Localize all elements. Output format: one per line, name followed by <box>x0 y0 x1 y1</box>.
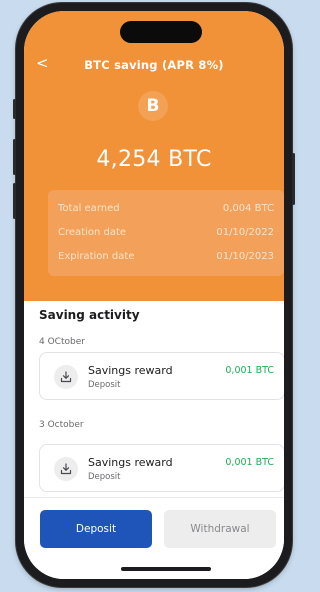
deposit-button[interactable]: Deposit <box>40 510 152 548</box>
download-icon <box>54 457 78 481</box>
activity-type: Deposit <box>88 472 121 482</box>
activity-item[interactable]: Savings reward Deposit 0,001 BTC <box>39 444 284 492</box>
info-label: Creation date <box>58 227 127 238</box>
download-icon <box>54 365 78 389</box>
savings-header: < BTC saving (APR 8%) B 4,254 BTC Total … <box>24 11 284 301</box>
volume-down-button <box>13 183 16 219</box>
volume-up-button <box>13 139 16 175</box>
withdrawal-button[interactable]: Withdrawal <box>164 510 276 548</box>
phone-frame: < BTC saving (APR 8%) B 4,254 BTC Total … <box>13 3 295 587</box>
info-value: 01/10/2023 <box>216 251 274 262</box>
info-label: Expiration date <box>58 251 135 262</box>
activity-date: 4 OCtober <box>39 337 85 347</box>
saving-info-card: Total earned 0,004 BTC Creation date 01/… <box>48 190 284 276</box>
info-row-expiration-date: Expiration date 01/10/2023 <box>58 251 274 265</box>
activity-item[interactable]: Savings reward Deposit 0,001 BTC <box>39 352 284 400</box>
dynamic-island <box>120 21 202 43</box>
bitcoin-icon: B <box>138 91 168 121</box>
info-row-creation-date: Creation date 01/10/2022 <box>58 227 274 241</box>
activity-amount: 0,001 BTC <box>225 457 274 468</box>
page-title: BTC saving (APR 8%) <box>84 58 224 72</box>
activity-type: Deposit <box>88 380 121 390</box>
activity-amount: 0,001 BTC <box>225 365 274 376</box>
activity-date: 3 October <box>39 420 84 430</box>
home-indicator <box>121 567 211 571</box>
mute-switch <box>13 99 16 119</box>
screen: < BTC saving (APR 8%) B 4,254 BTC Total … <box>24 11 284 579</box>
power-button <box>292 153 295 205</box>
info-row-total-earned: Total earned 0,004 BTC <box>58 203 274 217</box>
balance-amount: 4,254 BTC <box>96 147 212 172</box>
saving-activity-title: Saving activity <box>39 308 140 322</box>
info-label: Total earned <box>58 203 120 214</box>
info-value: 01/10/2022 <box>216 227 274 238</box>
activity-name: Savings reward <box>88 456 173 469</box>
activity-name: Savings reward <box>88 364 173 377</box>
info-value: 0,004 BTC <box>222 203 274 214</box>
